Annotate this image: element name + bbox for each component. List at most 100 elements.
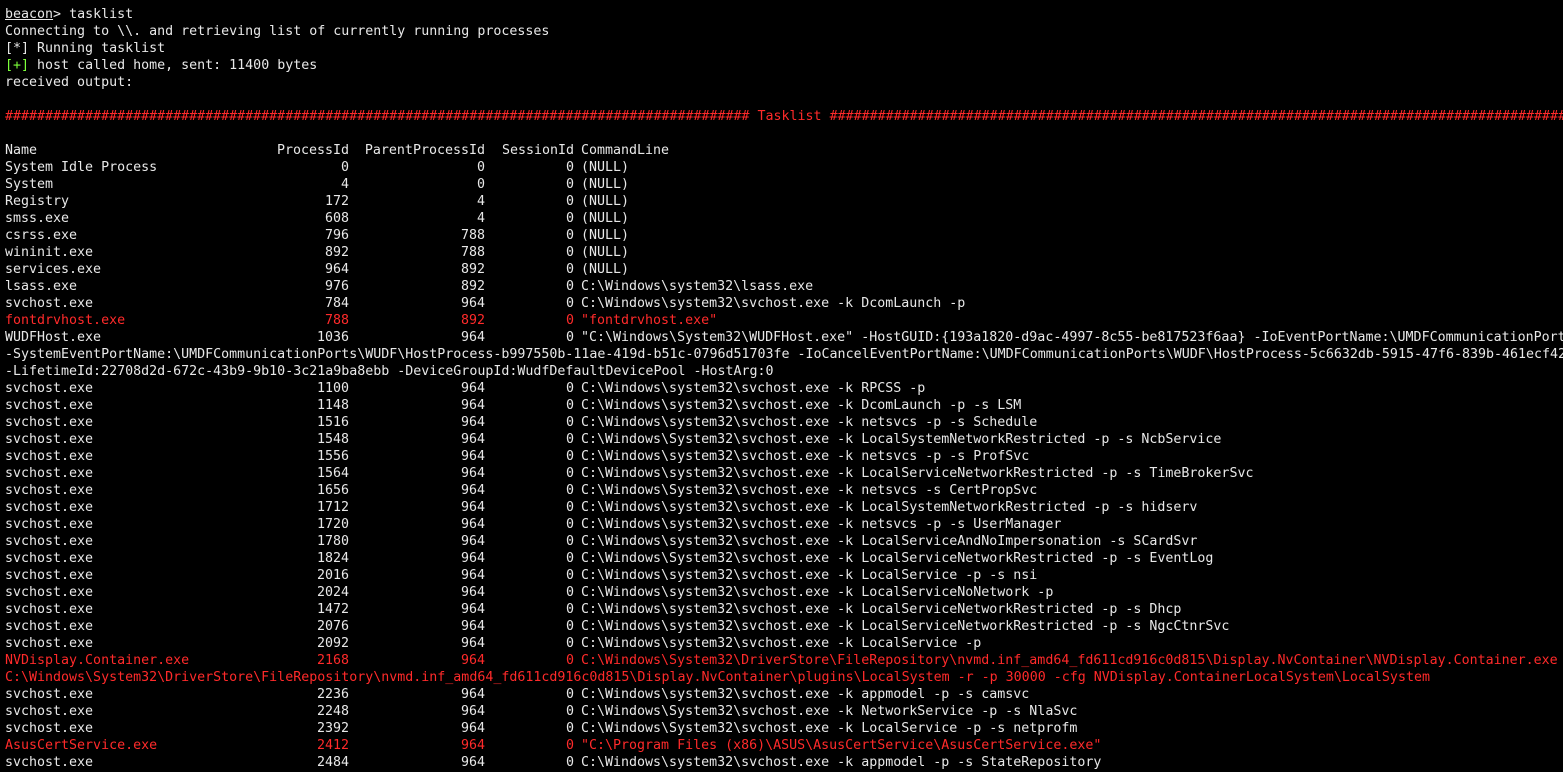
cell-cmdline: (NULL) (581, 245, 630, 260)
cell-sid: 0 (565, 568, 574, 583)
column-header-ppid: ParentProcessId (364, 143, 485, 158)
cell-sid: 0 (565, 466, 574, 481)
cell-ppid: 892 (460, 279, 485, 294)
cell-ppid: 964 (460, 517, 485, 532)
cell-pid: 2484 (316, 755, 349, 770)
table-row: svchost.exe 1780 964 0 C:\Windows\system32\s… (5, 533, 1563, 550)
cell-pid: 2236 (316, 687, 349, 702)
cell-ppid: 892 (460, 313, 485, 328)
cell-cmdline: (NULL) (581, 228, 630, 243)
table-row: svchost.exe 1548 964 0 C:\Windows\System32\s… (5, 431, 1563, 448)
cell-cmdline: C:\Windows\system32\svchost.exe -k Local… (581, 568, 1038, 583)
cell-pid: 1824 (316, 551, 349, 566)
table-row: svchost.exe 2392 964 0 C:\Windows\System32\s… (5, 720, 1563, 737)
cell-pid: 2248 (316, 704, 349, 719)
cell-sid: 0 (565, 636, 574, 651)
cell-cmdline: C:\Windows\system32\svchost.exe -k Local… (581, 534, 1198, 549)
table-row: svchost.exe 2092 964 0 C:\Windows\system32\s… (5, 635, 1563, 652)
cell-pid: 1780 (316, 534, 349, 549)
table-row: smss.exe 608 4 0 (NULL) (5, 210, 1563, 227)
cell-sid: 0 (565, 381, 574, 396)
cell-cmdline: C:\Windows\system32\svchost.exe -k appmo… (581, 687, 1030, 702)
cell-cmdline: C:\Windows\system32\svchost.exe -k DcomL… (581, 296, 966, 311)
table-row: svchost.exe 1556 964 0 C:\Windows\system32\s… (5, 448, 1563, 465)
table-row: svchost.exe 2024 964 0 C:\Windows\system32\s… (5, 584, 1563, 601)
cell-ppid: 964 (460, 704, 485, 719)
cell-ppid: 0 (476, 160, 485, 175)
cell-name: NVDisplay.Container.exe (5, 653, 190, 668)
cell-sid: 0 (565, 653, 574, 668)
table-row: svchost.exe 784 964 0 C:\Windows\system32\sv… (5, 295, 1563, 312)
cell-name: svchost.exe (5, 466, 94, 481)
cell-sid: 0 (565, 398, 574, 413)
column-header-pid: ProcessId (276, 143, 349, 158)
cell-cmdline: C:\Windows\System32\svchost.exe -k Local… (581, 721, 1078, 736)
cell-pid: 0 (340, 160, 349, 175)
cell-name: svchost.exe (5, 534, 94, 549)
cell-cmdline: C:\Windows\System32\DriverStore\FileRepo… (581, 653, 1558, 668)
cell-pid: 2024 (316, 585, 349, 600)
cell-pid: 1516 (316, 415, 349, 430)
cell-sid: 0 (565, 483, 574, 498)
cell-pid: 796 (324, 228, 349, 243)
cell-ppid: 788 (460, 245, 485, 260)
cell-ppid: 964 (460, 721, 485, 736)
cell-ppid: 964 (460, 415, 485, 430)
cell-sid: 0 (565, 585, 574, 600)
cell-cmdline: C:\Windows\System32\svchost.exe -k Local… (581, 551, 1214, 566)
table-row: svchost.exe 1472 964 0 C:\Windows\system32\s… (5, 601, 1563, 618)
cell-cmdline: C:\Windows\system32\svchost.exe -k appmo… (581, 755, 1102, 770)
cell-name: wininit.exe (5, 245, 94, 260)
cell-ppid: 964 (460, 500, 485, 515)
cell-ppid: 964 (460, 653, 485, 668)
cell-cmdline: C:\Windows\system32\svchost.exe -k Local… (581, 585, 1054, 600)
cell-ppid: 964 (460, 432, 485, 447)
cell-pid: 788 (324, 313, 349, 328)
received-output-line: received output: (5, 75, 134, 90)
cell-name: svchost.exe (5, 619, 94, 634)
cell-name: WUDFHost.exe (5, 330, 102, 345)
cell-ppid: 964 (460, 330, 485, 345)
table-row: svchost.exe 1148 964 0 C:\Windows\system32\s… (5, 397, 1563, 414)
cell-pid: 1472 (316, 602, 349, 617)
cell-name: svchost.exe (5, 483, 94, 498)
cell-name: svchost.exe (5, 432, 94, 447)
cmdline-continuation: -LifetimeId:22708d2d-672c-43b9-9b10-3c21… (5, 364, 774, 379)
cell-pid: 1100 (316, 381, 349, 396)
cell-cmdline: C:\Windows\system32\svchost.exe -k RPCSS… (581, 381, 926, 396)
prompt-command: tasklist (61, 7, 134, 22)
cell-ppid: 964 (460, 449, 485, 464)
cell-pid: 1656 (316, 483, 349, 498)
table-row: fontdrvhost.exe 788 892 0 "fontdrvhost.exe" (5, 312, 1563, 329)
cell-ppid: 4 (476, 194, 485, 209)
table-header: Name ProcessId ParentProcessId SessionId Com… (5, 142, 1563, 159)
cell-name: AsusCertService.exe (5, 738, 158, 753)
cell-sid: 0 (565, 313, 574, 328)
prompt-line: beacon> tasklist (5, 6, 1563, 23)
table-row: Registry 172 4 0 (NULL) (5, 193, 1563, 210)
cell-sid: 0 (565, 415, 574, 430)
table-row: svchost.exe 1516 964 0 C:\Windows\system32\s… (5, 414, 1563, 431)
cmdline-continuation: C:\Windows\System32\DriverStore\FileRepo… (5, 670, 1430, 685)
cell-name: svchost.exe (5, 755, 94, 770)
prompt-symbol: > (53, 7, 62, 22)
cell-cmdline: "C:\Windows\System32\WUDFHost.exe" -Host… (581, 330, 1563, 345)
cell-sid: 0 (565, 330, 574, 345)
cell-name: System (5, 177, 54, 192)
cell-ppid: 788 (460, 228, 485, 243)
cell-pid: 4 (340, 177, 349, 192)
callback-text: host called home, sent: 11400 bytes (29, 58, 318, 73)
cell-ppid: 964 (460, 568, 485, 583)
cell-ppid: 964 (460, 738, 485, 753)
table-row: services.exe 964 892 0 (NULL) (5, 261, 1563, 278)
cell-pid: 1720 (316, 517, 349, 532)
cell-cmdline: C:\Windows\System32\svchost.exe -k Netwo… (581, 704, 1078, 719)
cell-pid: 2168 (316, 653, 349, 668)
terminal-window[interactable]: beacon> tasklist Connecting to \\. and r… (5, 6, 1563, 772)
table-row: svchost.exe 2484 964 0 C:\Windows\system32\s… (5, 754, 1563, 771)
cell-name: csrss.exe (5, 228, 78, 243)
cell-pid: 892 (324, 245, 349, 260)
cell-sid: 0 (565, 262, 574, 277)
cell-name: services.exe (5, 262, 102, 277)
